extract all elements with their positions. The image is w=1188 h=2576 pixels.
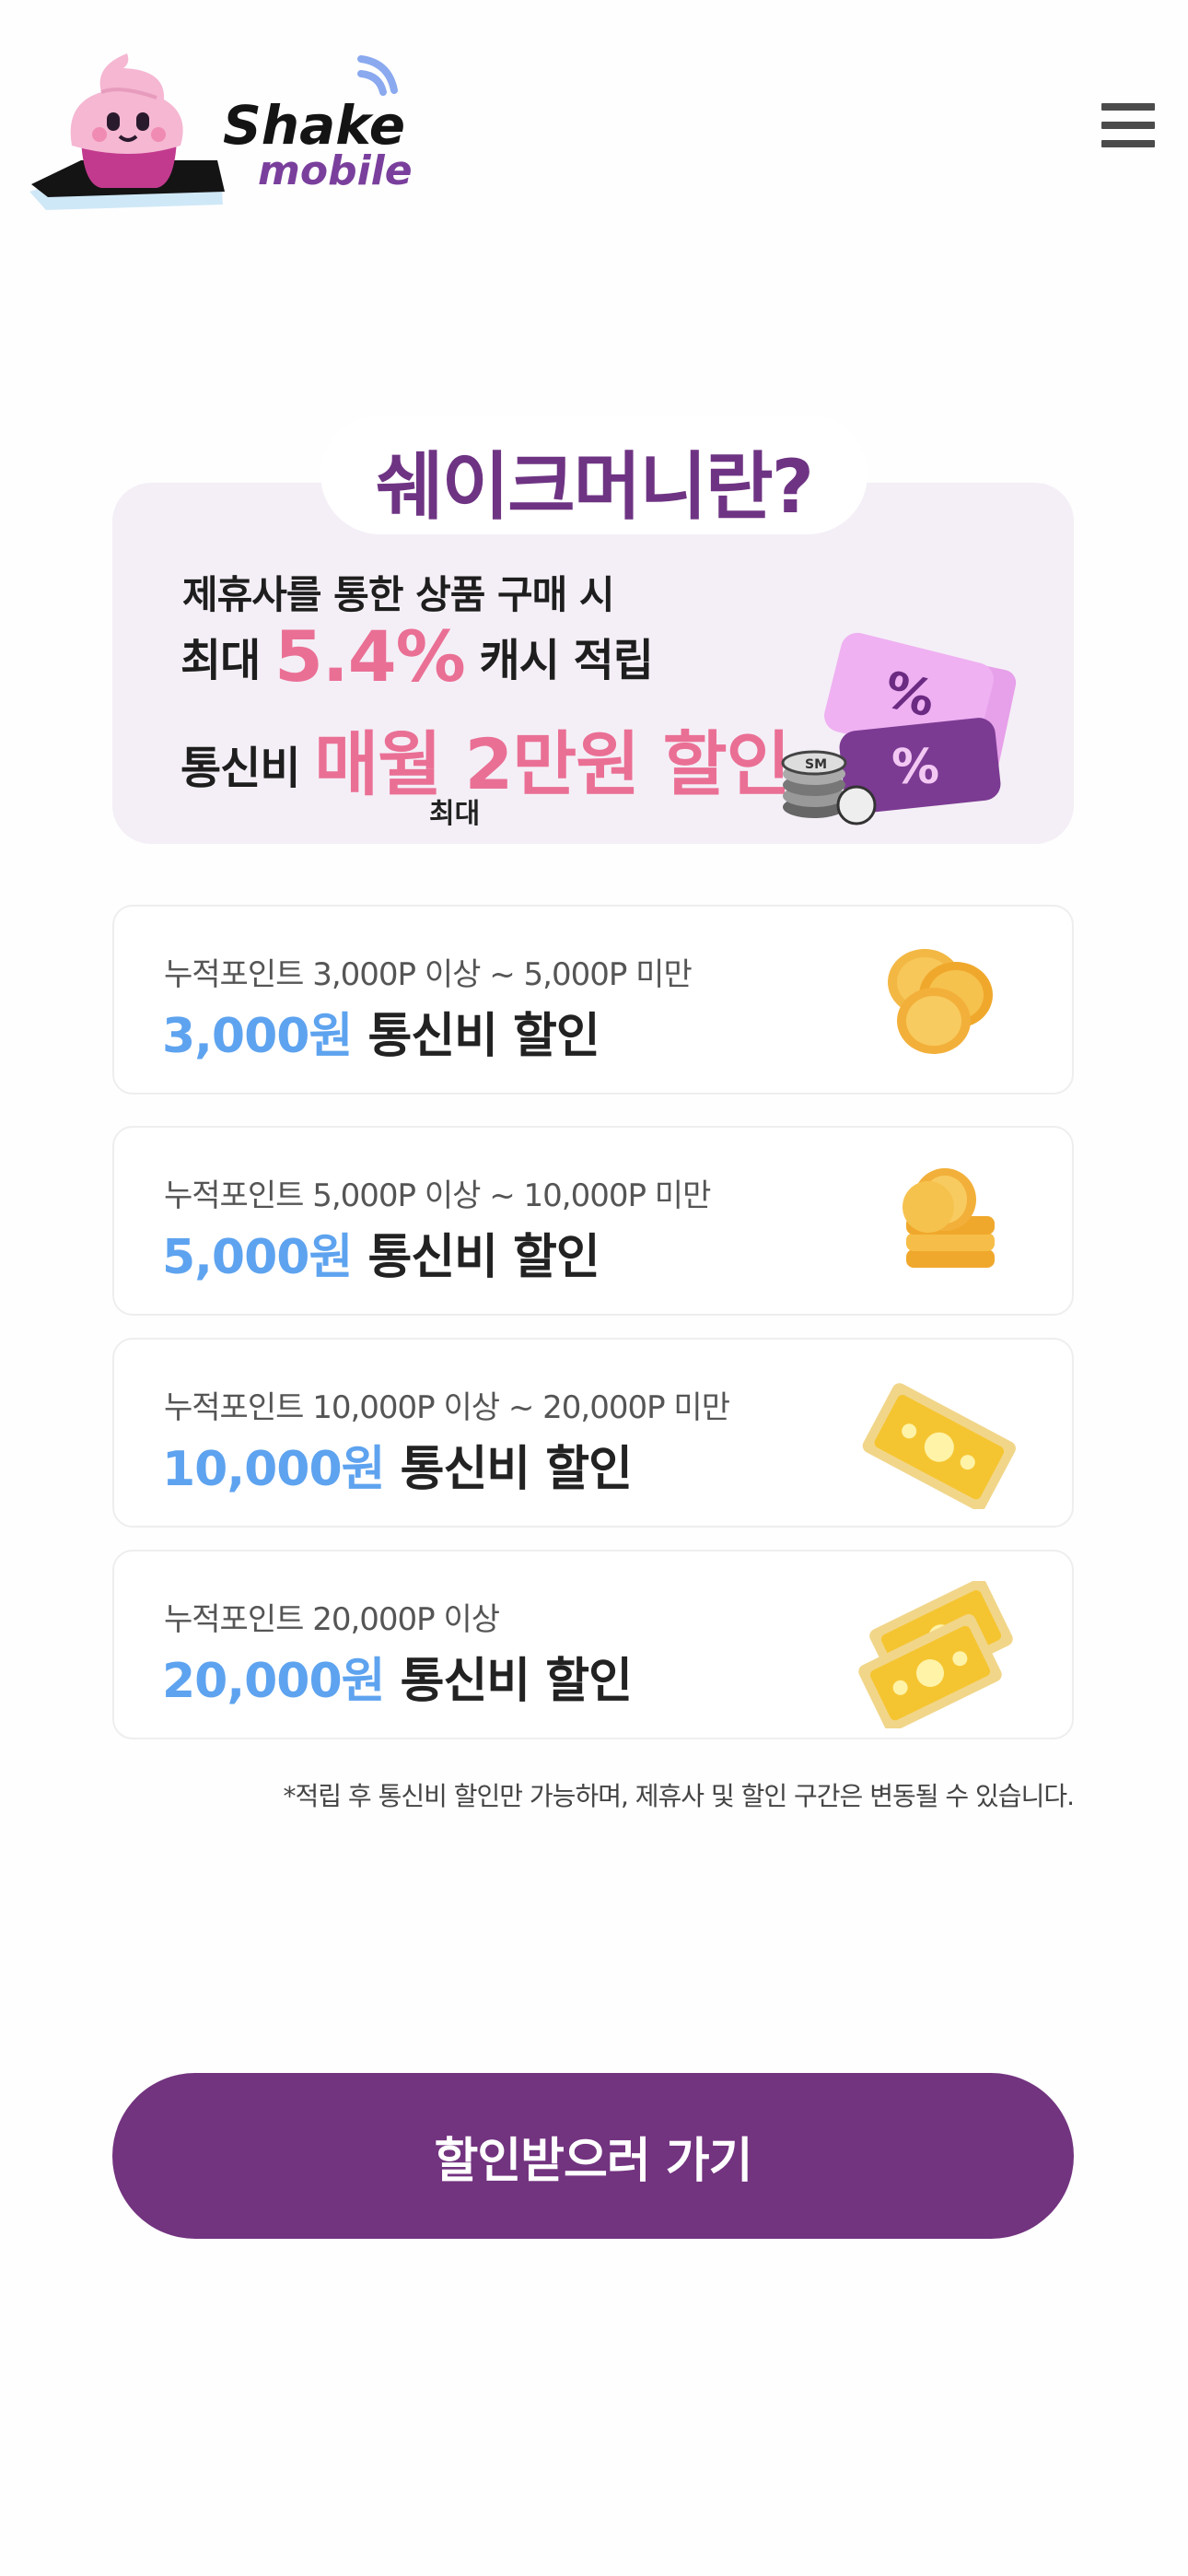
discount-max-note: 최대: [429, 798, 481, 830]
tier-discount: 3,000원 통신비 할인: [162, 997, 600, 1066]
coin-stack-icon: [903, 1168, 995, 1268]
tier-suffix: 통신비 할인: [400, 1654, 633, 1709]
tier-card-10000[interactable]: 누적포인트 10,000P 이상 ~ 20,000P 미만 10,000원 통신…: [112, 1338, 1074, 1528]
tier-suffix: 통신비 할인: [367, 1009, 600, 1064]
svg-text:%: %: [891, 740, 939, 795]
tier-suffix: 통신비 할인: [367, 1230, 600, 1285]
brand-mobile-text: mobile: [258, 147, 413, 194]
tier-card-5000[interactable]: 누적포인트 5,000P 이상 ~ 10,000P 미만 5,000원 통신비 …: [112, 1126, 1074, 1316]
intro-line-purchase: 제휴사를 통한 상품 구매 시: [182, 572, 615, 617]
tier-amount: 20,000원: [162, 1654, 386, 1709]
tier-card-3000[interactable]: 누적포인트 3,000P 이상 ~ 5,000P 미만 3,000원 통신비 할…: [112, 905, 1074, 1095]
tier-discount: 5,000원 통신비 할인: [162, 1218, 600, 1287]
tier-card-20000[interactable]: 누적포인트 20,000P 이상 20,000원 통신비 할인: [112, 1550, 1074, 1739]
tier-range: 누적포인트 5,000P 이상 ~ 10,000P 미만: [164, 1177, 711, 1214]
intro-title: 쉐이크머니란?: [375, 444, 814, 530]
disclaimer-note: *적립 후 통신비 할인만 가능하며, 제휴사 및 할인 구간은 변동될 수 있…: [283, 1781, 1075, 1811]
tier-range: 누적포인트 3,000P 이상 ~ 5,000P 미만: [164, 956, 693, 993]
cashback-suffix: 캐시 적립: [479, 635, 654, 686]
cashback-rate: 5.4%: [274, 615, 466, 697]
tier-discount: 20,000원 통신비 할인: [162, 1642, 633, 1711]
hamburger-menu-icon[interactable]: [1101, 103, 1159, 151]
discount-coupon-illustration: % % SM: [781, 632, 1017, 825]
intro-line-cashback: 최대 5.4% 캐시 적립: [181, 615, 654, 697]
tier-amount: 5,000원: [162, 1230, 353, 1285]
discount-highlight: 매월 2만원 할인: [314, 723, 790, 805]
discount-prefix: 통신비: [181, 743, 300, 794]
tier-amount: 3,000원: [162, 1009, 353, 1064]
intro-line-discount: 통신비 매월 2만원 할인: [181, 708, 791, 809]
cashback-prefix: 최대: [181, 635, 261, 686]
get-discount-button[interactable]: 할인받으러 가기: [112, 2073, 1074, 2239]
shake-mobile-logo[interactable]: Shake mobile: [28, 46, 433, 212]
tier-range: 누적포인트 20,000P 이상: [164, 1601, 500, 1638]
coin-badge-text: SM: [805, 757, 827, 772]
banknote-icon: [862, 1383, 1016, 1509]
coins-icon: [888, 949, 993, 1054]
tier-range: 누적포인트 10,000P 이상 ~ 20,000P 미만: [164, 1389, 730, 1426]
tier-suffix: 통신비 할인: [400, 1442, 633, 1497]
header: Shake mobile: [0, 0, 1188, 221]
tier-amount: 10,000원: [162, 1442, 386, 1497]
banknotes-icon: [858, 1581, 1013, 1728]
tier-discount: 10,000원 통신비 할인: [162, 1430, 633, 1499]
